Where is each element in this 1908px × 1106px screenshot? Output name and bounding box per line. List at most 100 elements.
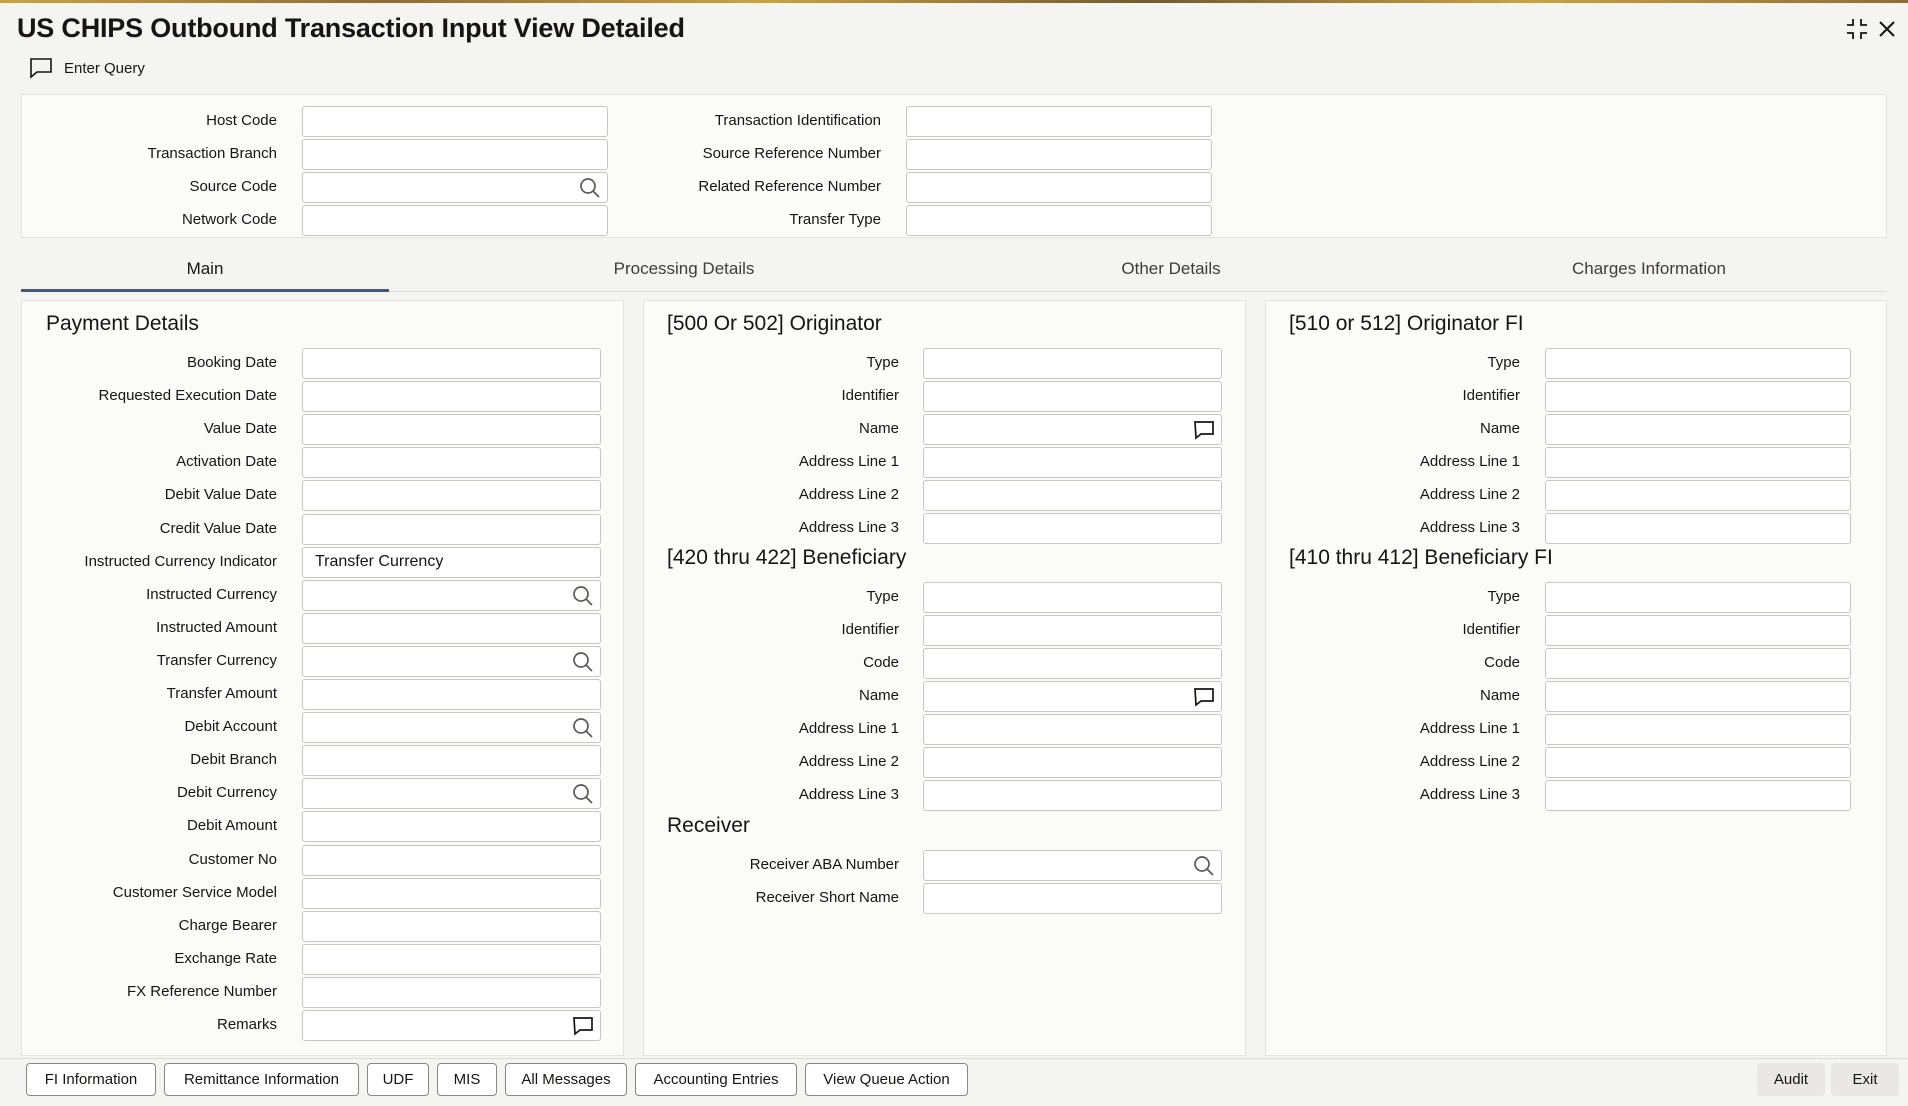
customer-no-field[interactable]	[302, 844, 601, 876]
related-reference-number-field[interactable]	[906, 172, 1212, 203]
exchange-rate-field[interactable]	[302, 943, 601, 975]
tab-main[interactable]: Main	[21, 250, 389, 292]
debit-account-field[interactable]	[302, 712, 601, 744]
identifier-field[interactable]	[1545, 381, 1851, 412]
instructed-amount-field[interactable]	[302, 612, 601, 644]
payment-details-transfer-amount-label: Transfer Amount	[166, 685, 277, 702]
payment-details-fx-reference-number-label: FX Reference Number	[126, 982, 277, 1000]
payment-details-requested-execution-date-label: Requested Execution Date	[98, 387, 277, 405]
value-date-field[interactable]	[302, 414, 601, 446]
address-line-1-field[interactable]	[923, 714, 1222, 745]
minimize-window-icon[interactable]	[1843, 15, 1871, 43]
payment-details-activation-date-label: Activation Date	[176, 453, 277, 471]
booking-date-field[interactable]	[302, 348, 601, 379]
address-line-1-field[interactable]	[1545, 714, 1851, 745]
debit-amount-field[interactable]	[302, 811, 601, 843]
search-icon[interactable]	[571, 584, 595, 608]
debit-branch-field[interactable]	[302, 745, 601, 777]
name-field[interactable]	[1545, 681, 1851, 712]
receiver-receiver-aba-number-label: Receiver ABA Number	[749, 856, 899, 873]
type-field[interactable]	[1545, 582, 1851, 613]
type-field[interactable]	[923, 348, 1222, 379]
debit-currency-field[interactable]	[302, 778, 601, 810]
payment-details-debit-currency-label: Debit Currency	[176, 784, 277, 802]
receiver-short-name-field[interactable]	[923, 883, 1222, 914]
name-field[interactable]	[923, 414, 1222, 445]
mis-button[interactable]: MIS	[437, 1063, 497, 1096]
fi-information-button[interactable]: FI Information	[26, 1063, 156, 1096]
comment-icon[interactable]	[571, 1014, 595, 1038]
requested-execution-date-field[interactable]	[302, 381, 601, 413]
410-thru-412-beneficiary-fi-address-line-1-label: Address Line 1	[1419, 720, 1520, 737]
transfer-currency-field[interactable]	[302, 645, 601, 677]
address-line-3-field[interactable]	[1545, 780, 1851, 811]
activation-date-field[interactable]	[302, 447, 601, 479]
address-line-3-field[interactable]	[923, 513, 1222, 544]
transaction-identification-field[interactable]	[906, 106, 1212, 137]
address-line-2-field[interactable]	[1545, 747, 1851, 778]
remarks-field[interactable]	[302, 1010, 601, 1041]
identifier-field[interactable]	[923, 615, 1222, 646]
source-code-label: Source Code	[189, 178, 277, 195]
receiver-receiver-short-name-label: Receiver Short Name	[755, 889, 899, 906]
instructed-currency-field[interactable]	[302, 579, 601, 611]
receiver-aba-number-field[interactable]	[923, 850, 1222, 881]
debit-value-date-field[interactable]	[302, 480, 601, 512]
transaction-branch-label: Transaction Branch	[147, 145, 277, 162]
transfer-amount-field[interactable]	[302, 679, 601, 710]
address-line-3-field[interactable]	[923, 780, 1222, 811]
source-code-field[interactable]	[302, 172, 608, 203]
identifier-field[interactable]	[923, 381, 1222, 412]
510-or-512-originator-fi-type-label: Type	[1487, 354, 1520, 371]
type-field[interactable]	[923, 582, 1222, 613]
410-thru-412-beneficiary-fi-name-label: Name	[1479, 687, 1520, 704]
network-code-field[interactable]	[302, 205, 608, 236]
transfer-type-field[interactable]	[906, 205, 1212, 236]
transaction-branch-field[interactable]	[302, 139, 608, 170]
address-line-2-field[interactable]	[923, 747, 1222, 778]
audit-button[interactable]: Audit	[1757, 1063, 1825, 1096]
charge-bearer-field[interactable]	[302, 910, 601, 942]
exit-button[interactable]: Exit	[1831, 1063, 1899, 1096]
payment-details-instructed-currency-indicator-label: Instructed Currency Indicator	[84, 552, 277, 570]
tab-processing-details[interactable]: Processing Details	[451, 250, 917, 292]
address-line-2-field[interactable]	[923, 480, 1222, 511]
address-line-1-field[interactable]	[1545, 447, 1851, 478]
tab-other-details[interactable]: Other Details	[931, 250, 1411, 292]
code-field[interactable]	[1545, 648, 1851, 679]
search-icon[interactable]	[578, 176, 602, 200]
comment-icon[interactable]	[1192, 685, 1216, 709]
udf-button[interactable]: UDF	[367, 1063, 429, 1096]
view-queue-action-button[interactable]: View Queue Action	[805, 1063, 968, 1096]
source-reference-number-field[interactable]	[906, 139, 1212, 170]
close-icon[interactable]	[1873, 15, 1901, 43]
500-or-502-originator-name-label: Name	[858, 420, 899, 437]
identifier-field[interactable]	[1545, 615, 1851, 646]
credit-value-date-field[interactable]	[302, 513, 601, 545]
code-field[interactable]	[923, 648, 1222, 679]
500-or-502-originator-identifier-label: Identifier	[841, 387, 899, 404]
host-code-field[interactable]	[302, 106, 608, 137]
search-icon[interactable]	[571, 650, 595, 674]
enter-query-button[interactable]: Enter Query	[28, 56, 145, 80]
420-thru-422-beneficiary-code-label: Code	[863, 654, 899, 671]
500-or-502-originator-type-label: Type	[866, 354, 899, 371]
address-line-3-field[interactable]	[1545, 513, 1851, 544]
address-line-2-field[interactable]	[1545, 480, 1851, 511]
search-icon[interactable]	[571, 782, 595, 806]
remittance-information-button[interactable]: Remittance Information	[164, 1063, 359, 1096]
name-field[interactable]	[923, 681, 1222, 712]
420-thru-422-beneficiary-identifier-label: Identifier	[841, 621, 899, 638]
name-field[interactable]	[1545, 414, 1851, 445]
tab-charges-information[interactable]: Charges Information	[1411, 250, 1887, 292]
search-icon[interactable]	[571, 716, 595, 740]
all-messages-button[interactable]: All Messages	[505, 1063, 627, 1096]
accounting-entries-button[interactable]: Accounting Entries	[635, 1063, 797, 1096]
instructed-currency-indicator-field[interactable]	[302, 546, 601, 578]
type-field[interactable]	[1545, 348, 1851, 379]
search-icon[interactable]	[1192, 854, 1216, 878]
customer-service-model-field[interactable]	[302, 877, 601, 909]
address-line-1-field[interactable]	[923, 447, 1222, 478]
comment-icon[interactable]	[1192, 418, 1216, 442]
fx-reference-number-field[interactable]	[302, 976, 601, 1008]
